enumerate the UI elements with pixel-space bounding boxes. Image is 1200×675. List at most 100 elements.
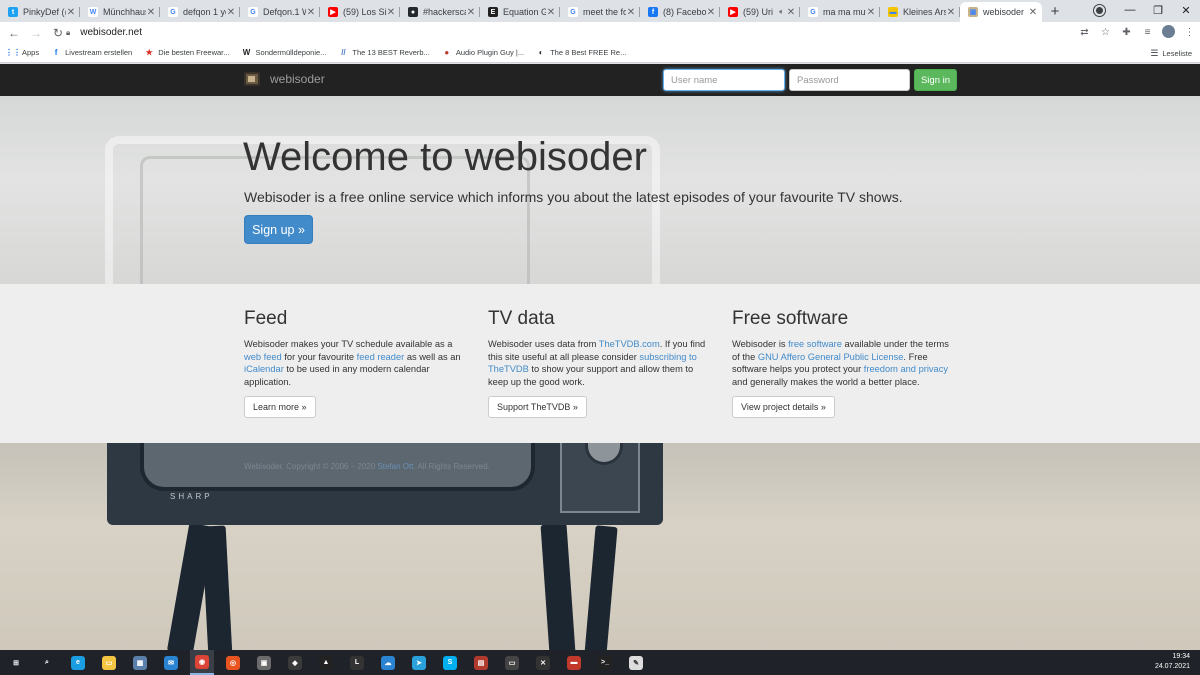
browser-tab[interactable]: Gdefqon 1 yo ✕ — [160, 2, 240, 22]
taskbar-app-button[interactable]: >_ — [593, 650, 617, 675]
learn-more-button[interactable]: Learn more » — [244, 396, 316, 418]
brand-link[interactable]: webisoder — [244, 72, 325, 86]
address-bar[interactable]: 🔒︎ webisoder.net — [66, 23, 1112, 42]
profile-indicator-icon[interactable] — [1094, 5, 1105, 16]
close-tab-icon[interactable]: ✕ — [466, 7, 476, 18]
text-fragment: Webisoder is — [732, 339, 789, 349]
view-project-details-button[interactable]: View project details » — [732, 396, 835, 418]
brand-name: webisoder — [270, 72, 325, 86]
maximize-icon[interactable]: ❐ — [1144, 0, 1172, 20]
site-navbar: webisoder Sign in — [0, 64, 1200, 96]
close-tab-icon[interactable]: ✕ — [866, 7, 876, 18]
taskbar-app-button[interactable]: ✕ — [531, 650, 555, 675]
browser-tab[interactable]: ▬ Kleines Arsc✕ — [880, 2, 960, 22]
taskbar-app-button[interactable]: ✉ — [159, 650, 183, 675]
bookmark-star-icon[interactable]: ☆ — [1095, 27, 1116, 38]
taskbar-app-button[interactable]: ☁ — [376, 650, 400, 675]
close-tab-icon[interactable]: ✕ — [146, 7, 156, 18]
close-tab-icon[interactable]: ✕ — [306, 7, 316, 18]
inline-link[interactable]: feed reader — [357, 352, 405, 362]
support-thetvdb-button[interactable]: Support TheTVDB » — [488, 396, 587, 418]
taskbar-app-button[interactable]: ◉ — [190, 650, 214, 675]
inline-link[interactable]: freedom and privacy — [864, 364, 948, 374]
taskbar-app-button[interactable]: ➤ — [407, 650, 431, 675]
taskbar-app-button[interactable]: ◆ — [283, 650, 307, 675]
taskbar-app-button[interactable]: ▤ — [469, 650, 493, 675]
extensions-icon[interactable]: ✚ — [1116, 27, 1137, 38]
close-tab-icon[interactable]: ✕ — [626, 7, 636, 18]
lock-icon[interactable]: 🔒︎ — [66, 28, 70, 38]
bookmark-item[interactable]: W Sondermülldeponie... — [242, 48, 327, 58]
media-controls-icon[interactable]: ≡ — [1137, 27, 1158, 38]
text-fragment: Webisoder uses data from — [488, 339, 599, 349]
browser-tab[interactable]: E Equation Gr✕ — [480, 2, 560, 22]
apps-shortcut[interactable]: ⋮⋮ Apps — [5, 48, 39, 58]
audio-playing-icon[interactable]: 🔈︎ — [779, 7, 784, 17]
bookmark-label: Sondermülldeponie... — [255, 48, 327, 57]
bookmark-item[interactable]: f Livestream erstellen — [51, 48, 132, 58]
minimize-icon[interactable]: — — [1116, 0, 1144, 20]
taskbar-app-button[interactable]: L — [345, 650, 369, 675]
taskbar-app-button[interactable]: ◎ — [221, 650, 245, 675]
close-tab-icon[interactable]: ✕ — [226, 7, 236, 18]
close-tab-icon[interactable]: ✕ — [386, 7, 396, 18]
tab-title: meet the fo — [583, 7, 626, 17]
profile-avatar-icon[interactable] — [1158, 24, 1179, 41]
inline-link[interactable]: web feed — [244, 352, 282, 362]
browser-tab[interactable]: ▶ (59) Los Sin✕ — [320, 2, 400, 22]
bookmark-item[interactable]: ● Audio Plugin Guy |... — [442, 48, 524, 58]
back-arrow-icon[interactable]: ← — [3, 22, 25, 43]
taskbar-app-button[interactable]: e — [66, 650, 90, 675]
taskbar-app-button[interactable]: ▬ — [562, 650, 586, 675]
password-input[interactable] — [789, 69, 910, 91]
author-link[interactable]: Stefan Ott — [377, 462, 413, 471]
bookmark-item[interactable]: ★ Die besten Freewar... — [144, 48, 230, 58]
browser-tab[interactable]: ▣ webisoder ✕ — [960, 2, 1042, 22]
taskbar-app-button[interactable]: ⊞ — [4, 650, 28, 675]
username-input[interactable] — [663, 69, 785, 91]
close-tab-icon[interactable]: ✕ — [946, 7, 956, 18]
translate-icon[interactable]: ⇄ — [1074, 27, 1095, 38]
taskbar-app-button[interactable]: ▭ — [500, 650, 524, 675]
forward-arrow-icon[interactable]: → — [25, 22, 47, 43]
taskbar-app-button[interactable]: ▲ — [314, 650, 338, 675]
sign-up-button[interactable]: Sign up » — [244, 215, 313, 244]
browser-tab[interactable]: G Defqon.1 W ✕ — [240, 2, 320, 22]
sign-in-button[interactable]: Sign in — [914, 69, 957, 91]
new-tab-icon[interactable]: + — [1046, 2, 1064, 20]
browser-tab[interactable]: ● #hackersca ✕ — [400, 2, 480, 22]
browser-tab[interactable]: Gmeet the fo ✕ — [560, 2, 640, 22]
browser-tab[interactable]: Gma ma mut ✕ — [800, 2, 880, 22]
taskbar-app-button[interactable]: ✎ — [624, 650, 648, 675]
browser-tab[interactable]: ▶ (59) Uri 🔈︎ ✕ — [720, 2, 800, 22]
close-tab-icon[interactable]: ✕ — [706, 7, 716, 18]
inline-link[interactable]: GNU Affero General Public License — [758, 352, 904, 362]
hero-title: Welcome to webisoder — [243, 135, 647, 179]
apps-grid-icon: ⋮⋮ — [5, 48, 21, 57]
browser-tab[interactable]: f (8) Faceboo✕ — [640, 2, 720, 22]
browser-tab[interactable]: t PinkyDef (@✕ — [0, 2, 80, 22]
site-icon: ◐ — [538, 48, 544, 57]
taskbar-app-button[interactable]: ▭ — [97, 650, 121, 675]
bookmarks-bar: ⋮⋮ Apps f Livestream erstellen ★ Die besten F… — [0, 43, 1200, 63]
taskbar-app-button[interactable]: S — [438, 650, 462, 675]
bookmark-item[interactable]: ◐ The 8 Best FREE Re... — [536, 48, 627, 58]
taskbar-app-button[interactable]: ⌕ — [35, 650, 59, 675]
close-tab-icon[interactable]: ✕ — [786, 7, 796, 18]
feature-heading: Free software — [732, 308, 849, 329]
close-tab-icon[interactable]: ✕ — [546, 7, 556, 18]
browser-tab[interactable]: W Münchhaus ✕ — [80, 2, 160, 22]
tab-title: defqon 1 yo — [183, 7, 226, 17]
close-tab-icon[interactable]: ✕ — [1028, 7, 1038, 18]
bookmark-item[interactable]: // The 13 BEST Reverb... — [338, 48, 430, 58]
reading-list-button[interactable]: ☰ Leseliste — [1150, 43, 1192, 63]
inline-link[interactable]: free software — [788, 339, 842, 349]
close-window-icon[interactable]: ✕ — [1172, 0, 1200, 20]
close-tab-icon[interactable]: ✕ — [66, 7, 76, 18]
inline-link[interactable]: TheTVDB.com — [599, 339, 660, 349]
menu-dots-icon[interactable]: ⋮ — [1179, 27, 1200, 38]
taskbar-app-button[interactable]: ▣ — [252, 650, 276, 675]
taskbar-app-button[interactable]: ▦ — [128, 650, 152, 675]
inline-link[interactable]: iCalendar — [244, 364, 284, 374]
system-clock[interactable]: 19:34 24.07.2021 — [1155, 652, 1190, 672]
